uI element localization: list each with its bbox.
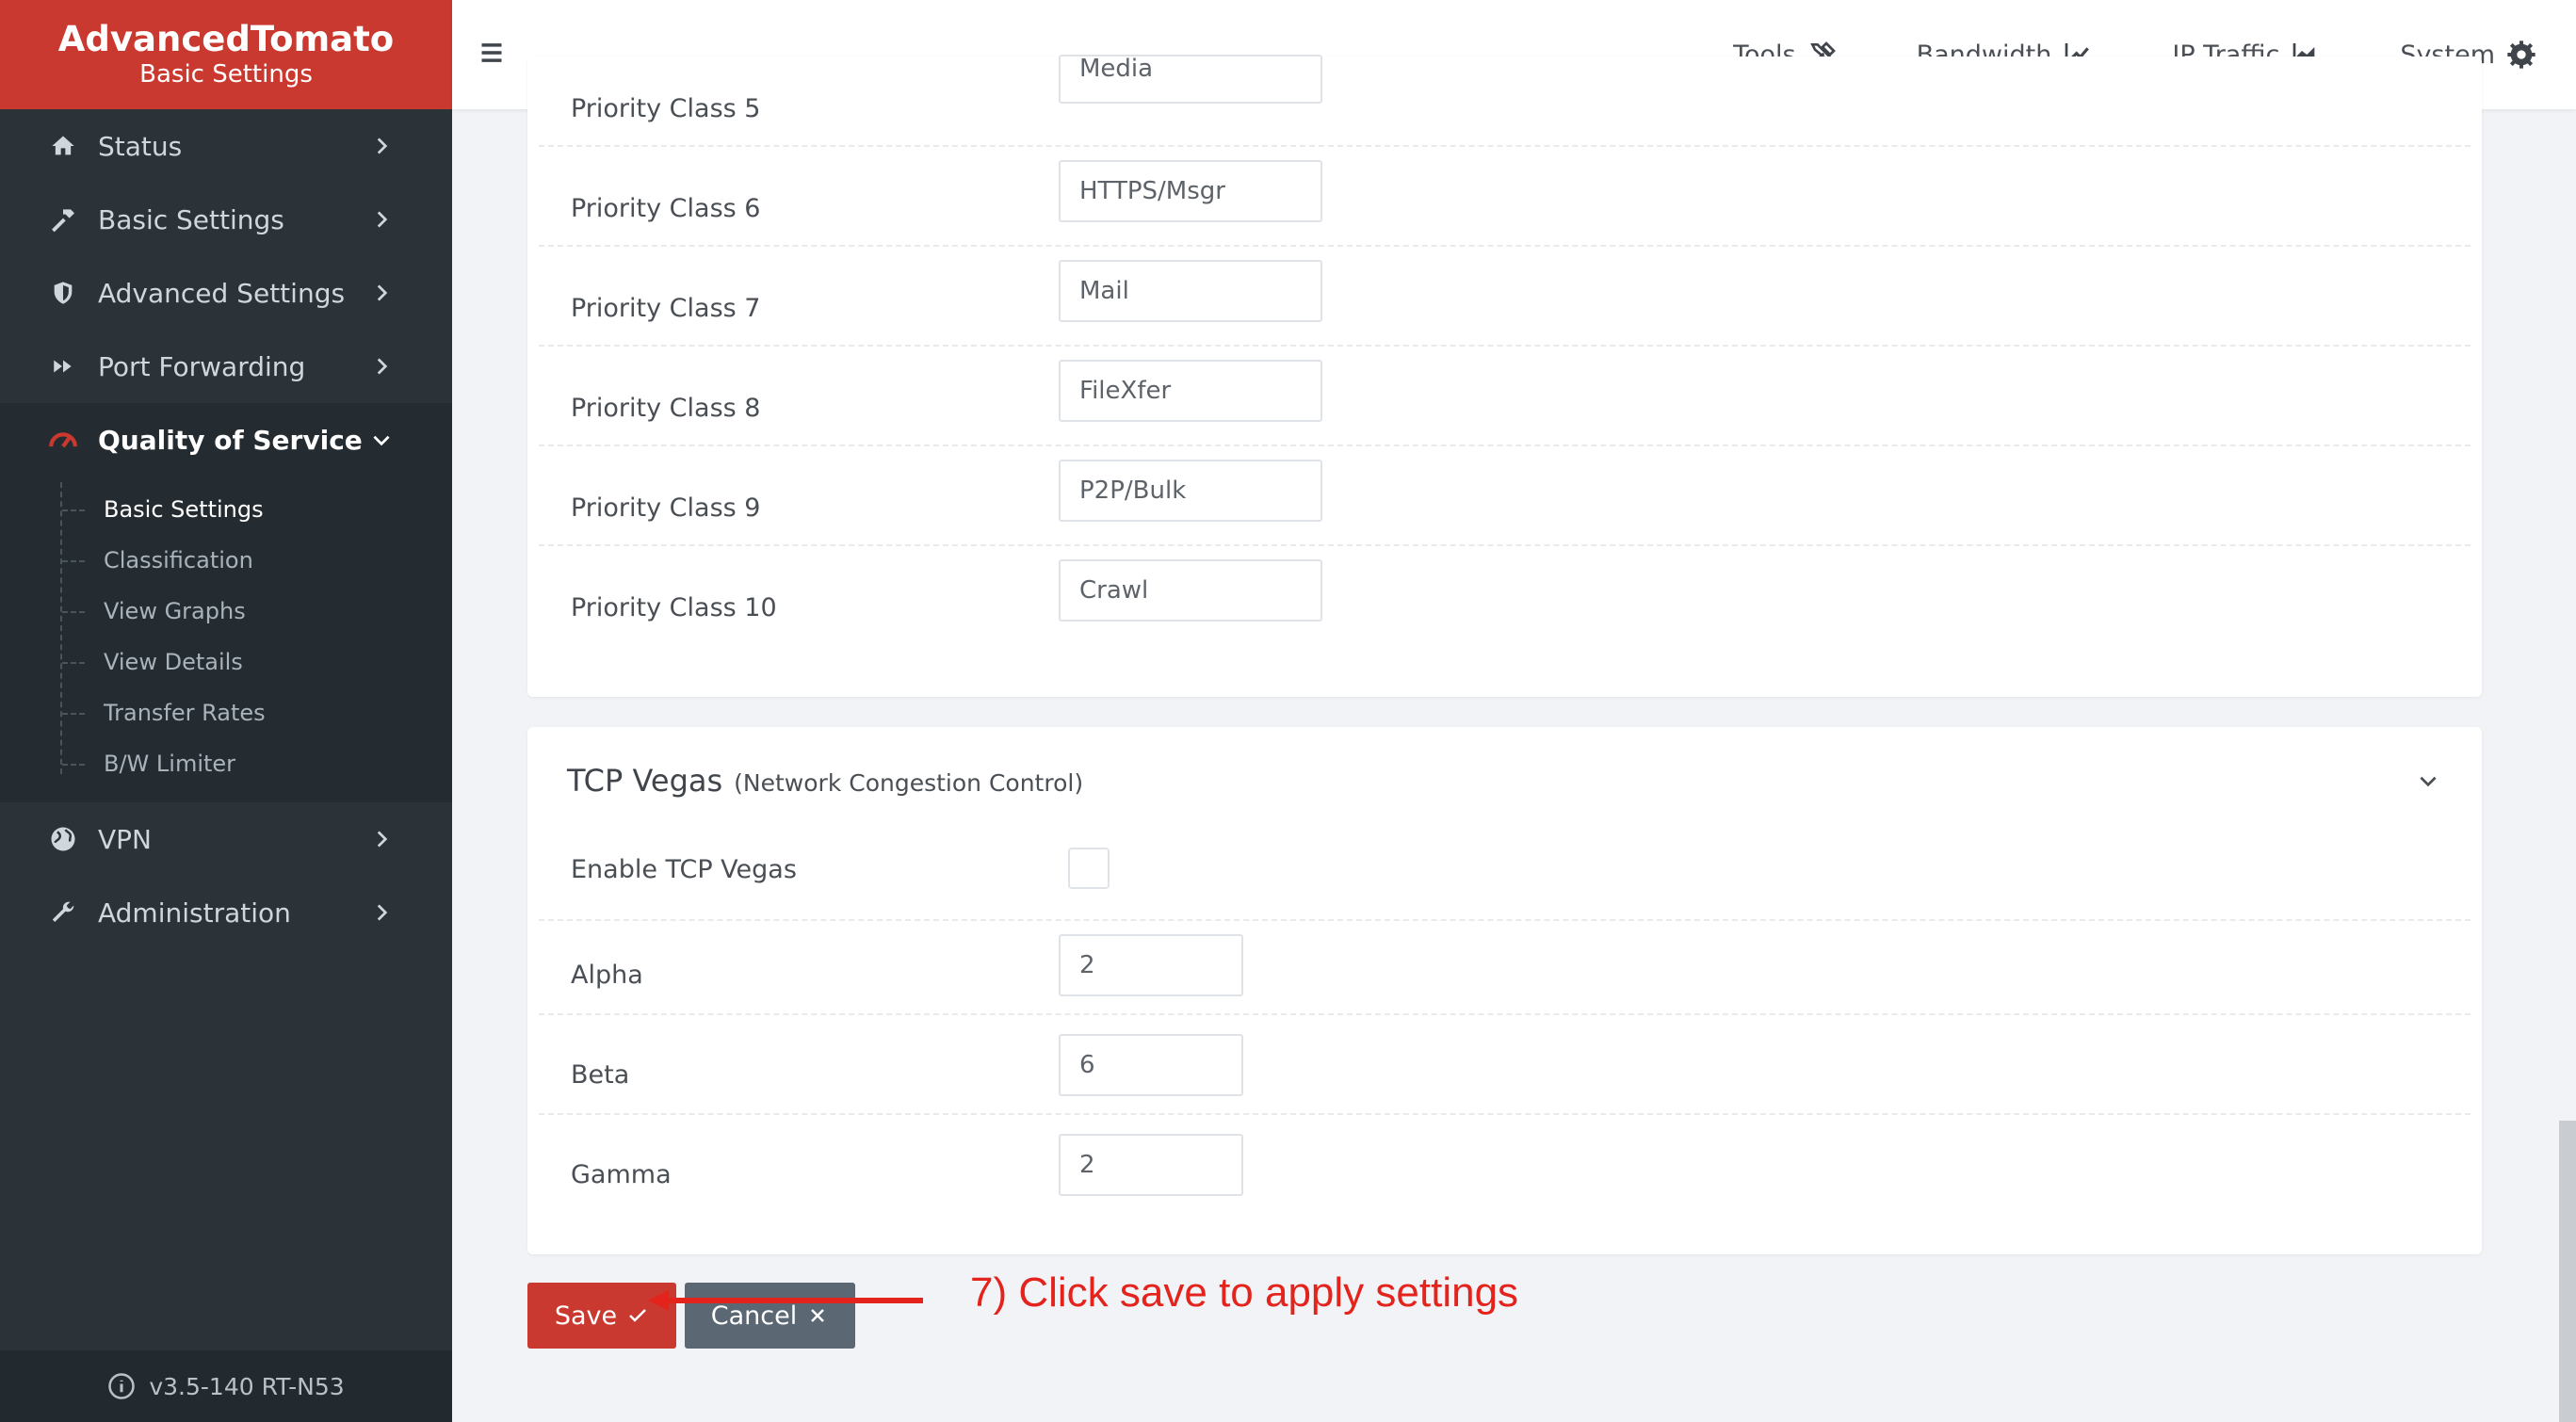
save-button-label: Save xyxy=(554,1301,618,1331)
alpha-label: Alpha xyxy=(571,961,643,990)
annotation-text: 7) Click save to apply settings xyxy=(970,1269,1519,1316)
priority-class-value: Mail xyxy=(1079,277,1129,305)
sidebar-item-label: Port Forwarding xyxy=(98,350,306,382)
home-icon xyxy=(47,130,79,162)
sidebar-item-basic-settings[interactable]: Basic Settings xyxy=(0,183,452,256)
chevron-down-icon[interactable] xyxy=(2416,768,2440,793)
priority-class-value: HTTPS/Msgr xyxy=(1079,177,1225,205)
subnav-item-view-graphs[interactable]: View Graphs xyxy=(0,586,452,637)
sidebar-item-quality-of-service[interactable]: Quality of Service xyxy=(0,403,452,477)
beta-value: 6 xyxy=(1079,1051,1095,1079)
alpha-input[interactable]: 2 xyxy=(1059,934,1243,996)
beta-label: Beta xyxy=(571,1060,630,1090)
subnav-item-basic-settings[interactable]: Basic Settings xyxy=(0,484,452,535)
version-text: v3.5-140 RT-N53 xyxy=(149,1372,345,1400)
sidebar-item-label: Status xyxy=(98,130,183,162)
sidebar-item-administration[interactable]: Administration xyxy=(0,876,452,949)
priority-classes-card: Priority Class 5 Media Priority Class 6 … xyxy=(527,55,2482,697)
tcp-vegas-title: TCP Vegas xyxy=(567,763,723,799)
priority-class-value: Crawl xyxy=(1079,576,1149,605)
priority-class-label: Priority Class 9 xyxy=(571,493,761,523)
gamma-row: Gamma 2 xyxy=(539,1115,2471,1215)
sidebar-item-port-forwarding[interactable]: Port Forwarding xyxy=(0,330,452,403)
priority-class-row: Priority Class 10 Crawl xyxy=(539,546,2471,646)
chevron-down-icon xyxy=(373,435,390,446)
chevron-right-icon xyxy=(377,358,388,375)
info-icon xyxy=(108,1373,136,1399)
beta-row: Beta 6 xyxy=(539,1015,2471,1115)
priority-class-input[interactable]: HTTPS/Msgr xyxy=(1059,160,1322,222)
priority-class-value: FileXfer xyxy=(1079,377,1172,405)
gamma-input[interactable]: 2 xyxy=(1059,1134,1243,1196)
priority-class-row: Priority Class 8 FileXfer xyxy=(539,347,2471,446)
priority-class-label: Priority Class 8 xyxy=(571,394,761,423)
subnav-item-bw-limiter[interactable]: B/W Limiter xyxy=(0,738,452,789)
brand-subtitle: Basic Settings xyxy=(139,60,313,89)
priority-class-input[interactable]: Crawl xyxy=(1059,559,1322,622)
hamburger-menu-icon[interactable] xyxy=(478,40,505,66)
priority-class-value: Media xyxy=(1079,55,1154,83)
tcp-vegas-subtitle: (Network Congestion Control) xyxy=(734,769,1084,797)
gamma-label: Gamma xyxy=(571,1160,672,1189)
priority-class-input[interactable]: P2P/Bulk xyxy=(1059,460,1322,522)
sidebar-item-advanced-settings[interactable]: Advanced Settings xyxy=(0,256,452,330)
sidebar-item-label: Quality of Service xyxy=(98,424,363,456)
chevron-right-icon xyxy=(377,831,388,848)
sidebar-item-label: Administration xyxy=(98,897,291,929)
sidebar: AdvancedTomato Basic Settings Status Bas… xyxy=(0,0,452,1422)
chevron-right-icon xyxy=(377,904,388,921)
gauge-icon xyxy=(47,424,79,456)
sidebar-item-label: VPN xyxy=(98,823,152,855)
sidebar-nav: Status Basic Settings Advanced Settings … xyxy=(0,109,452,477)
priority-class-row: Priority Class 7 Mail xyxy=(539,247,2471,347)
wrench-icon xyxy=(47,897,79,929)
priority-class-value: P2P/Bulk xyxy=(1079,477,1187,505)
priority-class-row: Priority Class 9 P2P/Bulk xyxy=(539,446,2471,546)
sidebar-item-label: Advanced Settings xyxy=(98,277,346,309)
priority-class-row: Priority Class 5 Media xyxy=(539,47,2471,147)
priority-class-input[interactable]: FileXfer xyxy=(1059,360,1322,422)
annotation-arrow-icon xyxy=(648,1290,923,1311)
sidebar-item-status[interactable]: Status xyxy=(0,109,452,183)
version-footer: v3.5-140 RT-N53 xyxy=(0,1350,452,1422)
enable-tcp-vegas-row: Enable TCP Vegas xyxy=(539,821,2471,921)
alpha-value: 2 xyxy=(1079,951,1095,979)
chevron-right-icon xyxy=(377,211,388,228)
qos-subnav: Basic Settings Classification View Graph… xyxy=(0,477,452,802)
subnav-item-classification[interactable]: Classification xyxy=(0,535,452,586)
priority-class-input[interactable]: Media xyxy=(1059,55,1322,104)
brand-title: AdvancedTomato xyxy=(57,19,395,59)
shield-icon xyxy=(47,277,79,309)
alpha-row: Alpha 2 xyxy=(539,915,2471,1015)
priority-class-label: Priority Class 5 xyxy=(571,94,761,123)
enable-tcp-vegas-label: Enable TCP Vegas xyxy=(571,855,797,884)
scrollbar[interactable] xyxy=(2559,1121,2576,1422)
beta-input[interactable]: 6 xyxy=(1059,1034,1243,1096)
sidebar-item-label: Basic Settings xyxy=(98,203,284,235)
subnav-item-transfer-rates[interactable]: Transfer Rates xyxy=(0,687,452,738)
enable-tcp-vegas-checkbox[interactable] xyxy=(1068,848,1110,889)
priority-class-input[interactable]: Mail xyxy=(1059,260,1322,322)
chevron-right-icon xyxy=(377,284,388,301)
hammer-icon xyxy=(47,203,79,235)
gamma-value: 2 xyxy=(1079,1151,1095,1179)
card-title: TCP Vegas (Network Congestion Control) xyxy=(567,763,1083,799)
sidebar-item-vpn[interactable]: VPN xyxy=(0,802,452,876)
priority-class-row: Priority Class 6 HTTPS/Msgr xyxy=(539,147,2471,247)
gear-icon xyxy=(2507,40,2535,69)
priority-class-label: Priority Class 7 xyxy=(571,294,761,323)
subnav-item-view-details[interactable]: View Details xyxy=(0,637,452,687)
brand-header[interactable]: AdvancedTomato Basic Settings xyxy=(0,0,452,109)
fast-forward-icon xyxy=(47,350,79,382)
priority-class-label: Priority Class 6 xyxy=(571,194,761,223)
tcp-vegas-card: TCP Vegas (Network Congestion Control) En… xyxy=(527,727,2482,1254)
priority-class-label: Priority Class 10 xyxy=(571,593,777,622)
globe-icon xyxy=(47,823,79,855)
sidebar-nav-lower: VPN Administration xyxy=(0,802,452,949)
chevron-right-icon xyxy=(377,137,388,154)
